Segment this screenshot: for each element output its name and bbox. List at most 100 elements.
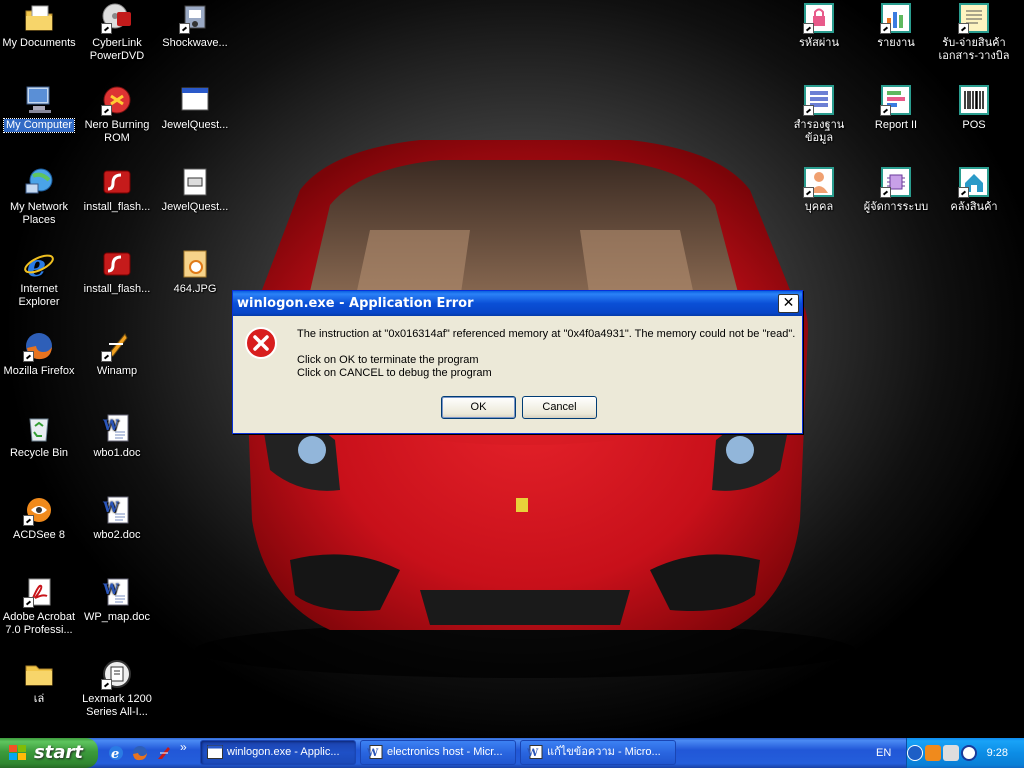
cancel-button[interactable]: Cancel <box>522 396 597 419</box>
window-icon <box>207 745 223 759</box>
desktop-icon-acdsee[interactable]: ACDSee 8 <box>0 494 78 542</box>
word-doc-icon: W <box>367 745 383 759</box>
admin-chip-icon <box>880 166 912 198</box>
desktop-icon-my-documents[interactable]: My Documents <box>0 2 78 50</box>
close-icon: ✕ <box>782 295 795 311</box>
document-icon <box>958 2 990 34</box>
word-doc-icon: W <box>101 412 133 444</box>
desktop-icon-wbo1-doc[interactable]: W wbo1.doc <box>78 412 156 460</box>
desktop-icon-backup[interactable]: สำรองฐาน ข้อมูล <box>780 84 858 145</box>
recycle-bin-icon <box>23 412 55 444</box>
taskbar-button-label: winlogon.exe - Applic... <box>227 746 340 758</box>
desktop-icon-winamp[interactable]: Winamp <box>78 330 156 378</box>
warehouse-home-icon <box>958 166 990 198</box>
backup-list-icon <box>803 84 835 116</box>
svg-text:e: e <box>27 249 46 280</box>
taskbar: start e » winlogon.exe - Applic... W ele… <box>0 738 1024 768</box>
flash-installer-icon <box>101 166 133 198</box>
desktop-icon-powerdvd[interactable]: CyberLink PowerDVD <box>78 2 156 63</box>
desktop-icon-lexmark[interactable]: Lexmark 1200 Series All-I... <box>78 658 156 719</box>
ok-button[interactable]: OK <box>441 396 516 419</box>
dialog-title: winlogon.exe - Application Error <box>237 296 474 311</box>
desktop: My Documents CyberLink PowerDVD Shockwav… <box>0 0 1024 738</box>
error-dialog: winlogon.exe - Application Error ✕ The i… <box>232 290 803 434</box>
computer-icon <box>23 84 55 116</box>
barcode-icon <box>958 84 990 116</box>
close-button[interactable]: ✕ <box>778 294 799 313</box>
error-message: The instruction at "0x016314af" referenc… <box>297 328 795 380</box>
acdsee-icon <box>23 494 55 526</box>
desktop-icon-my-computer[interactable]: My Computer <box>0 84 78 133</box>
exe-icon <box>179 166 211 198</box>
person-icon <box>803 166 835 198</box>
report-icon <box>880 84 912 116</box>
quicklaunch-chevron-icon[interactable]: » <box>180 740 187 754</box>
language-indicator[interactable]: EN <box>876 738 891 768</box>
taskbar-button-electronics-host[interactable]: W electronics host - Micr... <box>360 740 516 765</box>
quicklaunch-firefox-icon[interactable] <box>132 745 148 761</box>
lexmark-icon <box>101 658 133 690</box>
tray-speaker-icon[interactable] <box>961 745 977 761</box>
report-chart-icon <box>880 2 912 34</box>
desktop-icon-my-network-places[interactable]: My Network Places <box>0 166 78 227</box>
word-doc-icon: W <box>101 576 133 608</box>
word-doc-icon: W <box>101 494 133 526</box>
tray-app-icon[interactable] <box>925 745 941 761</box>
dialog-body: The instruction at "0x016314af" referenc… <box>233 316 802 433</box>
desktop-icon-thai-folder[interactable]: เล่ <box>0 658 78 706</box>
svg-text:W: W <box>527 748 539 759</box>
desktop-icon-jewelquest-2[interactable]: JewelQuest... <box>156 166 234 214</box>
start-label: start <box>34 742 83 763</box>
jpg-icon <box>179 248 211 280</box>
quicklaunch-flash-icon[interactable] <box>156 745 172 761</box>
desktop-icon-report[interactable]: รายงาน <box>857 2 935 50</box>
tray-expand-icon[interactable] <box>907 745 923 761</box>
desktop-icon-wp-map-doc[interactable]: W WP_map.doc <box>78 576 156 624</box>
error-icon <box>245 327 277 359</box>
desktop-icon-pos[interactable]: POS <box>935 84 1013 132</box>
password-icon <box>803 2 835 34</box>
nero-icon <box>101 84 133 116</box>
word-doc-icon: W <box>527 745 543 759</box>
desktop-icon-warehouse[interactable]: คลังสินค้า <box>935 166 1013 214</box>
desktop-icon-nero[interactable]: Nero Burning ROM <box>78 84 156 145</box>
acrobat-icon <box>23 576 55 608</box>
desktop-icon-mozilla-firefox[interactable]: Mozilla Firefox <box>0 330 78 378</box>
taskbar-button-label: แก้ไขข้อความ - Micro... <box>547 746 661 758</box>
desktop-icon-admin[interactable]: ผู้จัดการระบบ <box>857 166 935 214</box>
network-icon <box>23 166 55 198</box>
clock[interactable]: 9:28 <box>987 738 1008 768</box>
flash-installer-icon <box>101 248 133 280</box>
shockwave-icon <box>179 2 211 34</box>
taskbar-button-winlogon[interactable]: winlogon.exe - Applic... <box>200 740 356 765</box>
tray-tool-icon[interactable] <box>943 745 959 761</box>
taskbar-button-label: electronics host - Micr... <box>387 746 503 758</box>
error-instruction-ok: Click on OK to terminate the program <box>297 354 479 366</box>
desktop-icon-shockwave[interactable]: Shockwave... <box>156 2 234 50</box>
firefox-icon <box>23 330 55 362</box>
svg-text:W: W <box>367 748 379 759</box>
folder-icon <box>23 658 55 690</box>
desktop-icon-install-flash-1[interactable]: install_flash... <box>78 166 156 214</box>
start-button[interactable]: start <box>0 738 98 768</box>
folder-documents-icon <box>23 2 55 34</box>
desktop-icon-464-jpg[interactable]: 464.JPG <box>156 248 234 296</box>
desktop-icon-person[interactable]: บุคคล <box>780 166 858 214</box>
quicklaunch-ie-icon[interactable]: e <box>108 745 124 761</box>
system-tray: 9:28 <box>906 738 1024 768</box>
desktop-icon-install-flash-2[interactable]: install_flash... <box>78 248 156 296</box>
ie-icon: e <box>23 248 55 284</box>
taskbar-button-edit-text[interactable]: W แก้ไขข้อความ - Micro... <box>520 740 676 765</box>
svg-text:e: e <box>111 747 119 761</box>
desktop-icon-internet-explorer[interactable]: e Internet Explorer <box>0 248 78 309</box>
powerdvd-icon <box>101 2 133 34</box>
desktop-icon-password[interactable]: รหัสผ่าน <box>780 2 858 50</box>
desktop-icon-adobe-acrobat[interactable]: Adobe Acrobat 7.0 Professi... <box>0 576 78 637</box>
error-message-line: The instruction at "0x016314af" referenc… <box>297 328 796 340</box>
desktop-icon-wbo2-doc[interactable]: W wbo2.doc <box>78 494 156 542</box>
desktop-icon-jewelquest-1[interactable]: JewelQuest... <box>156 84 234 132</box>
dialog-titlebar[interactable]: winlogon.exe - Application Error ✕ <box>233 291 802 316</box>
desktop-icon-receive-pay[interactable]: รับ-จ่ายสินค้า เอกสาร-วางบิล <box>935 2 1013 63</box>
desktop-icon-recycle-bin[interactable]: Recycle Bin <box>0 412 78 460</box>
desktop-icon-report-ii[interactable]: Report II <box>857 84 935 132</box>
